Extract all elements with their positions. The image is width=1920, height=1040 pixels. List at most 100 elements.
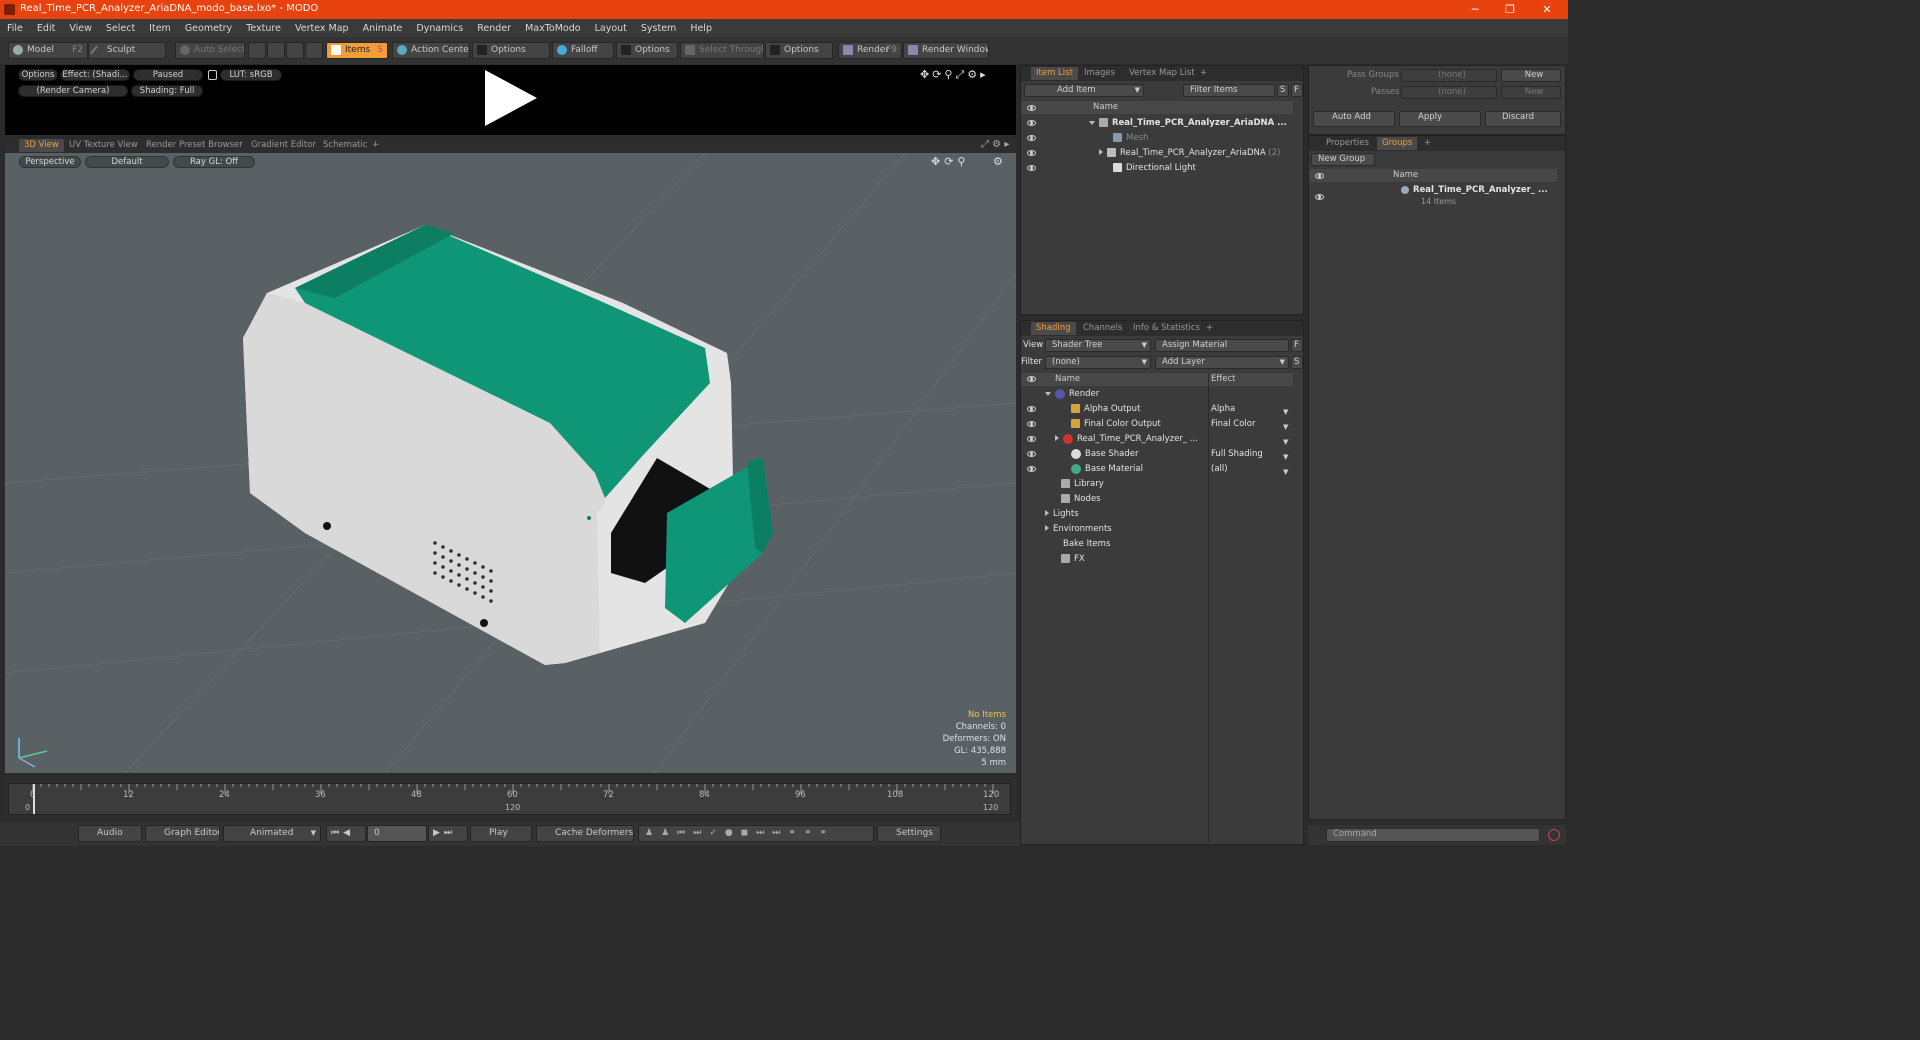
shader-row-final-color[interactable]: Final Color Output: [1071, 417, 1161, 432]
tab-item-list[interactable]: Item List: [1031, 67, 1078, 80]
model-mode-button[interactable]: Model F2: [8, 42, 88, 59]
lut-dropdown[interactable]: LUT: sRGB: [220, 69, 282, 81]
menu-animate[interactable]: Animate: [356, 23, 410, 34]
visibility-eye-icon[interactable]: [1027, 406, 1036, 412]
shader-row-environments[interactable]: Environments: [1045, 522, 1112, 537]
item-row-mesh[interactable]: Mesh: [1113, 131, 1148, 146]
discard-button[interactable]: Discard: [1485, 111, 1561, 127]
tab-render-preset-browser[interactable]: Render Preset Browser: [141, 139, 248, 152]
timeline-ruler[interactable]: 0 12 24 36 48 60 72 84 96 108 120 0 120 …: [8, 783, 1011, 815]
f-button[interactable]: F: [1291, 339, 1303, 352]
key-tools-icons[interactable]: ♟♟⏮⏭✓●◼⏭⏭⚭⚭⚭: [638, 825, 874, 842]
tab-3d-view[interactable]: 3D View: [19, 139, 64, 152]
effect-dropdown-arrows[interactable]: ▼ ▼ ▼ ▼ ▼: [1283, 405, 1288, 480]
menu-texture[interactable]: Texture: [239, 23, 288, 34]
sculpt-mode-button[interactable]: Sculpt: [88, 42, 166, 59]
shader-row-library[interactable]: Library: [1061, 477, 1104, 492]
menu-render[interactable]: Render: [470, 23, 518, 34]
skip-forward-buttons[interactable]: ▶⏭: [428, 825, 468, 842]
effect-final-color[interactable]: Final Color: [1211, 417, 1255, 432]
render-button[interactable]: Render F9: [838, 42, 902, 59]
skip-back-buttons[interactable]: ⏮◀: [326, 825, 366, 842]
tab-properties[interactable]: Properties: [1321, 137, 1374, 150]
new-pass-group-button[interactable]: New: [1501, 69, 1561, 82]
pass-groups-dropdown[interactable]: (none): [1401, 69, 1497, 82]
select-through-button[interactable]: Select Through: [680, 42, 764, 59]
perspective-dropdown[interactable]: Perspective: [19, 156, 81, 168]
add-tab-button[interactable]: +: [367, 139, 384, 152]
menu-edit[interactable]: Edit: [30, 23, 62, 34]
menu-view[interactable]: View: [62, 23, 99, 34]
effect-alpha[interactable]: Alpha: [1211, 402, 1235, 417]
item-row-group[interactable]: Real_Time_PCR_Analyzer_AriaDNA (2): [1099, 146, 1280, 161]
polygon-select-icon[interactable]: [286, 42, 304, 59]
select-options-button[interactable]: Options: [765, 42, 833, 59]
frame-input[interactable]: 0: [367, 825, 427, 842]
add-tab-button[interactable]: +: [1201, 322, 1218, 335]
menu-help[interactable]: Help: [683, 23, 719, 34]
tab-uv-texture-view[interactable]: UV Texture View: [64, 139, 143, 152]
menu-maxtomodo[interactable]: MaxToModo: [518, 23, 588, 34]
assign-material-button[interactable]: Assign Material: [1155, 339, 1289, 352]
new-pass-button[interactable]: New: [1501, 86, 1561, 99]
filter-dropdown[interactable]: (none) ▼: [1045, 356, 1151, 369]
action-center-button[interactable]: Action Center: [392, 42, 470, 59]
menu-file[interactable]: File: [0, 23, 30, 34]
menu-geometry[interactable]: Geometry: [178, 23, 239, 34]
add-layer-dropdown[interactable]: Add Layer ▼: [1155, 356, 1289, 369]
add-tab-button[interactable]: +: [1419, 137, 1436, 150]
items-mode-button[interactable]: Items S: [326, 42, 388, 59]
effect-all[interactable]: (all): [1211, 462, 1228, 477]
visibility-eye-icon[interactable]: [1027, 466, 1036, 472]
tab-info-statistics[interactable]: Info & Statistics: [1128, 322, 1205, 335]
menu-item[interactable]: Item: [142, 23, 178, 34]
vertex-select-icon[interactable]: [248, 42, 266, 59]
shader-row-material-group[interactable]: Real_Time_PCR_Analyzer_ ...: [1055, 432, 1198, 447]
visibility-eye-icon[interactable]: [1027, 135, 1036, 141]
visibility-eye-icon[interactable]: [1027, 376, 1036, 382]
filter-items-input[interactable]: Filter Items: [1183, 84, 1275, 97]
item-row-light[interactable]: Directional Light: [1113, 161, 1196, 176]
playhead[interactable]: [33, 784, 35, 814]
tab-images[interactable]: Images: [1079, 67, 1120, 80]
shader-row-nodes[interactable]: Nodes: [1061, 492, 1101, 507]
menu-vertex-map[interactable]: Vertex Map: [288, 23, 356, 34]
play-preview-icon[interactable]: [483, 70, 539, 126]
render-window-button[interactable]: Render Window: [903, 42, 989, 59]
auto-select-button[interactable]: Auto Select: [175, 42, 245, 59]
s-button[interactable]: S: [1291, 356, 1303, 369]
timeline[interactable]: 0 12 24 36 48 60 72 84 96 108 120 0 120 …: [5, 777, 1016, 819]
visibility-eye-icon[interactable]: [1027, 105, 1036, 111]
f-button[interactable]: F: [1291, 84, 1303, 97]
visibility-eye-icon[interactable]: [1027, 421, 1036, 427]
render-camera-dropdown[interactable]: (Render Camera): [18, 85, 128, 97]
menu-system[interactable]: System: [634, 23, 683, 34]
visibility-eye-icon[interactable]: [1027, 436, 1036, 442]
preview-options-button[interactable]: Options: [18, 69, 58, 81]
menu-layout[interactable]: Layout: [588, 23, 634, 34]
view-dropdown[interactable]: Shader Tree ▼: [1045, 339, 1151, 352]
edge-select-icon[interactable]: [267, 42, 285, 59]
audio-button[interactable]: Audio: [78, 825, 142, 842]
visibility-eye-icon[interactable]: [1027, 120, 1036, 126]
shader-row-base-shader[interactable]: Base Shader: [1071, 447, 1139, 462]
action-center-options-button[interactable]: Options: [472, 42, 550, 59]
command-input[interactable]: Command: [1326, 828, 1540, 842]
viewport-settings-icon[interactable]: ⚙: [993, 155, 1003, 168]
animated-dropdown[interactable]: Animated ▼: [223, 825, 321, 842]
minimize-button[interactable]: ─: [1460, 1, 1490, 18]
preview-nav-icons[interactable]: ✥⟳⚲⤢⚙▸: [920, 68, 989, 82]
tab-channels[interactable]: Channels: [1078, 322, 1127, 335]
auto-add-button[interactable]: Auto Add: [1313, 111, 1395, 127]
menu-dynamics[interactable]: Dynamics: [409, 23, 470, 34]
visibility-eye-icon[interactable]: [1027, 165, 1036, 171]
tab-groups[interactable]: Groups: [1377, 137, 1418, 150]
add-item-dropdown[interactable]: Add Item ▼: [1024, 84, 1144, 97]
visibility-eye-icon[interactable]: [1315, 194, 1324, 200]
falloff-button[interactable]: Falloff: [552, 42, 614, 59]
shader-row-lights[interactable]: Lights: [1045, 507, 1079, 522]
shader-row-fx[interactable]: FX: [1061, 552, 1085, 567]
passes-dropdown[interactable]: (none): [1401, 86, 1497, 99]
settings-button[interactable]: Settings: [877, 825, 941, 842]
tab-vertex-map-list[interactable]: Vertex Map List: [1124, 67, 1200, 80]
